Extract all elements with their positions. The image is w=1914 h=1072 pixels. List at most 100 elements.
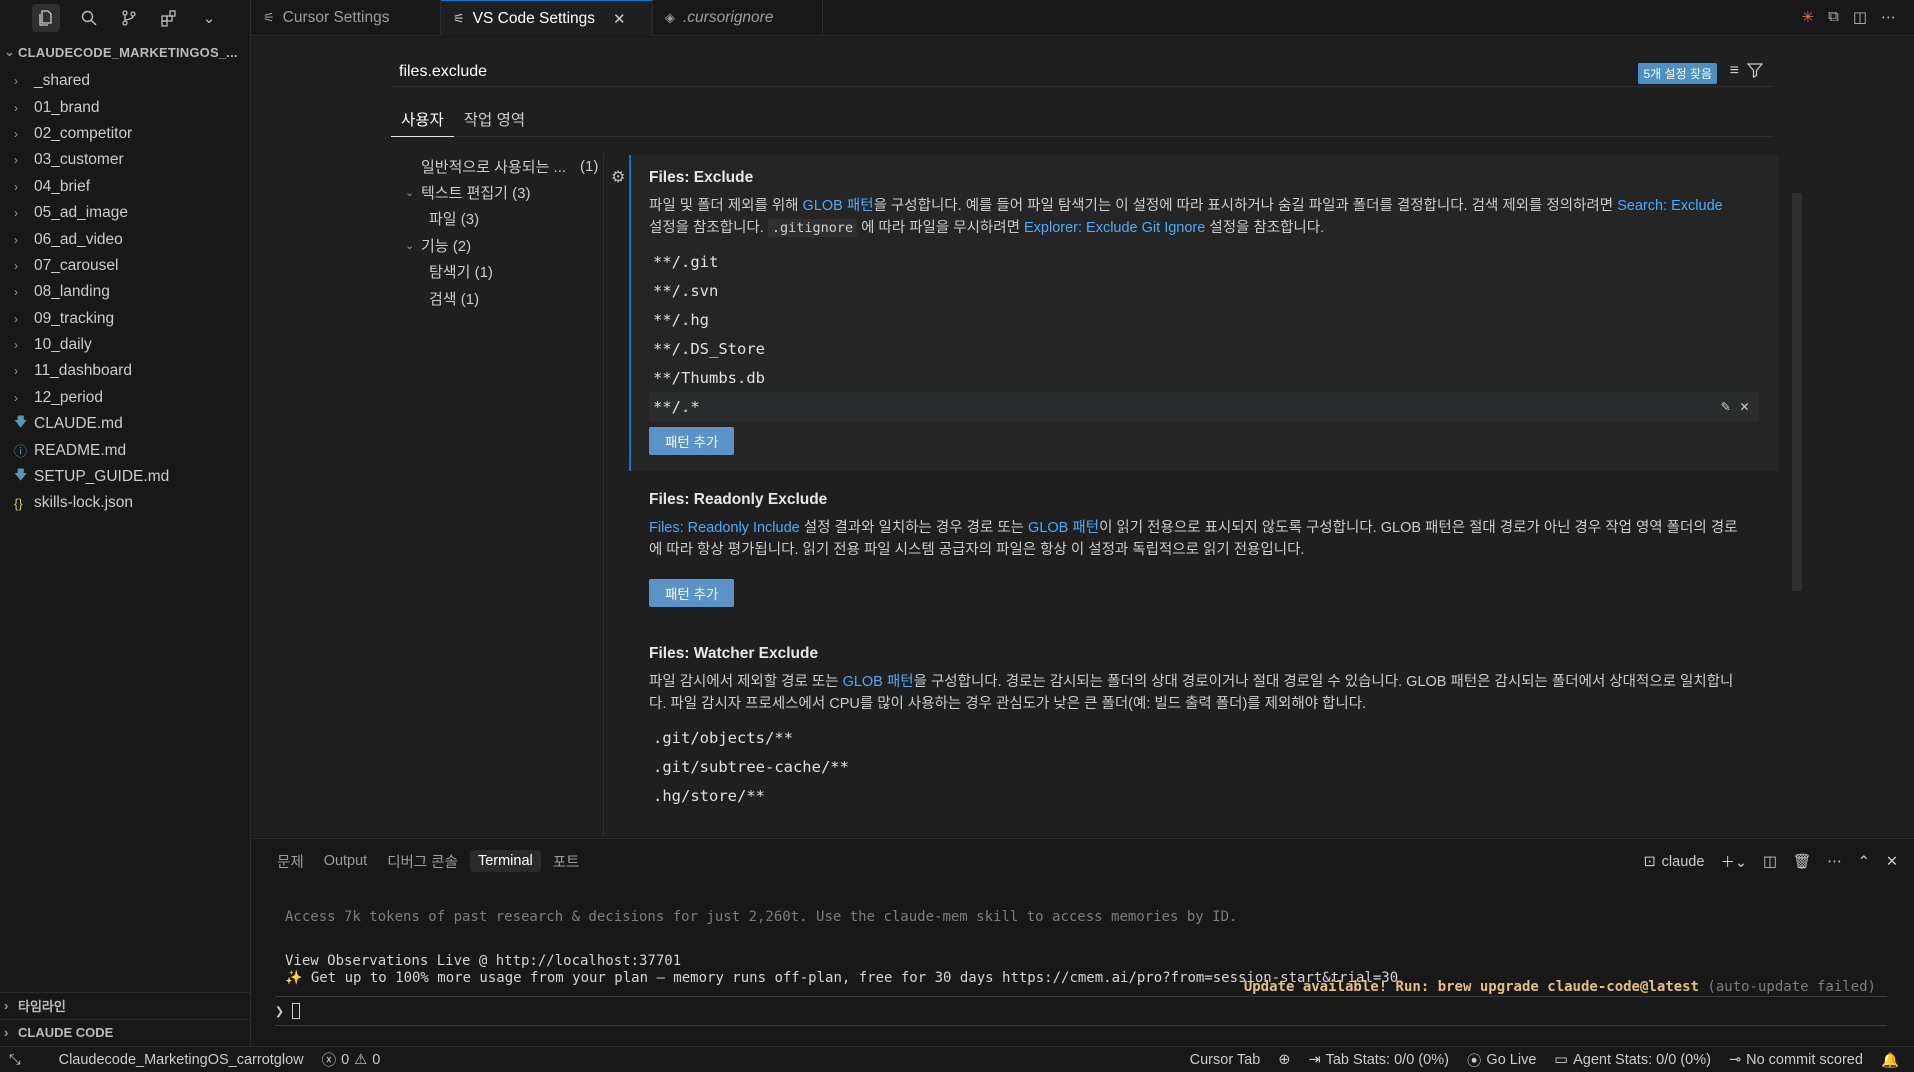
remote-indicator[interactable]: ⤡: [0, 1052, 30, 1068]
folder-item[interactable]: › 04_brief: [0, 174, 250, 200]
folder-item[interactable]: › 07_carousel: [0, 253, 250, 279]
trash-icon[interactable]: 🗑: [1793, 853, 1811, 870]
pattern-item[interactable]: **/.hg: [649, 305, 1763, 334]
activity-bar: ⌄: [0, 0, 250, 36]
go-live-status[interactable]: ⦿ Go Live: [1458, 1050, 1545, 1071]
open-preview-icon[interactable]: ⧉: [1828, 8, 1839, 26]
folder-item[interactable]: › 03_customer: [0, 147, 250, 173]
tab-user[interactable]: 사용자: [391, 105, 454, 137]
folder-item[interactable]: › 10_daily: [0, 332, 250, 358]
tab-output[interactable]: Output: [316, 850, 376, 872]
pattern-item[interactable]: **/.DS_Store: [649, 334, 1763, 363]
source-control-icon[interactable]: [118, 7, 140, 29]
zoom-icon[interactable]: ⊕: [1269, 1052, 1299, 1068]
toc-explorer[interactable]: 탐색기 (1): [391, 259, 625, 285]
folder-item[interactable]: › 12_period: [0, 385, 250, 411]
folder-item[interactable]: › 11_dashboard: [0, 358, 250, 384]
explorer-title[interactable]: ⌄ CLAUDECODE_MARKETINGOS_...: [0, 36, 250, 68]
toc-commonly-used[interactable]: 일반적으로 사용되는 ... (1): [391, 153, 625, 179]
close-panel-icon[interactable]: ✕: [1886, 854, 1898, 870]
go-live-text: Go Live: [1486, 1052, 1537, 1068]
update-notice: Update available! Run: brew upgrade clau…: [1244, 979, 1876, 995]
glob-pattern-link[interactable]: GLOB 패턴: [843, 674, 914, 690]
bell-icon[interactable]: 🔔: [1872, 1052, 1908, 1069]
tab-stats-status[interactable]: ⇥ Tab Stats: 0/0 (0%): [1299, 1052, 1457, 1068]
glob-pattern-link[interactable]: GLOB 패턴: [803, 198, 874, 214]
settings-editor: files.exclude 5개 설정 찾음 ≡ 사용자 작업 영역 일반적으로…: [251, 37, 1914, 837]
setting-description: 파일 및 폴더 제외를 위해 GLOB 패턴을 구성합니다. 예를 들어 파일 …: [649, 195, 1739, 239]
cursor-tab-status[interactable]: Cursor Tab: [1181, 1052, 1270, 1068]
search-icon[interactable]: [78, 7, 100, 29]
terminal-output[interactable]: Access 7k tokens of past research & deci…: [285, 909, 1398, 987]
tab-ports[interactable]: 포트: [545, 848, 588, 875]
setting-files-readonly-exclude: Files: Readonly Exclude Files: Readonly …: [629, 477, 1779, 623]
readonly-include-link[interactable]: Files: Readonly Include: [649, 520, 800, 536]
files-icon[interactable]: [32, 4, 60, 32]
pattern-item[interactable]: **/.svn: [649, 276, 1763, 305]
pattern-item[interactable]: .git/objects/**: [649, 723, 1763, 752]
chevron-down-icon[interactable]: ⌄: [198, 7, 220, 29]
tab-cursorignore[interactable]: ◈ .cursorignore: [653, 0, 823, 36]
claude-spark-icon[interactable]: ✳: [1802, 8, 1815, 26]
pattern-item[interactable]: .hg/store/**: [649, 781, 1763, 810]
folder-item[interactable]: › _shared: [0, 68, 250, 94]
split-editor-icon[interactable]: ◫: [1853, 8, 1867, 26]
extensions-icon[interactable]: [158, 7, 180, 29]
toc-label: 파일 (3): [429, 211, 480, 229]
folder-item[interactable]: › 01_brand: [0, 94, 250, 120]
search-exclude-link[interactable]: Search: Exclude: [1617, 198, 1723, 214]
markdown-file-icon: 🡇: [14, 467, 28, 483]
claude-code-section[interactable]: › CLAUDE CODE: [0, 1019, 251, 1045]
clear-filter-icon[interactable]: ≡: [1730, 62, 1739, 83]
terminal-selector[interactable]: ⊡ claude: [1644, 854, 1705, 870]
chevron-right-icon: ›: [14, 285, 18, 300]
tab-terminal[interactable]: Terminal: [469, 850, 541, 872]
settings-scrollbar[interactable]: [1792, 193, 1802, 591]
commit-status[interactable]: ⊸ No commit scored: [1720, 1052, 1872, 1068]
edit-icon[interactable]: ✎: [1721, 397, 1730, 415]
glob-pattern-link[interactable]: GLOB 패턴: [1028, 520, 1099, 536]
pattern-item[interactable]: .git/subtree-cache/**: [649, 752, 1763, 781]
commit-icon: ⊸: [1728, 1052, 1742, 1068]
settings-search-input[interactable]: files.exclude 5개 설정 찾음 ≡: [391, 57, 1773, 87]
agent-stats-status[interactable]: ▭ Agent Stats: 0/0 (0%): [1545, 1052, 1720, 1068]
toc-search[interactable]: 검색 (1): [391, 285, 625, 311]
file-item[interactable]: 🡇 CLAUDE.md: [0, 411, 250, 437]
file-item[interactable]: {} skills-lock.json: [0, 490, 250, 516]
workspace-status[interactable]: Claudecode_MarketingOS_carrotglow: [50, 1052, 313, 1068]
timeline-section[interactable]: › 타임라인: [0, 992, 251, 1018]
folder-item[interactable]: › 05_ad_image: [0, 200, 250, 226]
folder-item[interactable]: › 06_ad_video: [0, 226, 250, 252]
gear-icon[interactable]: ⚙: [611, 167, 625, 187]
toc-text-editor[interactable]: ⌄ 텍스트 편집기 (3): [391, 179, 625, 205]
tab-problems[interactable]: 문제: [269, 848, 312, 875]
terminal-prompt[interactable]: ❯: [275, 996, 1887, 1026]
tab-workspace[interactable]: 작업 영역: [454, 105, 535, 137]
tab-debug-console[interactable]: 디버그 콘솔: [379, 848, 466, 875]
more-actions-icon[interactable]: ⋯: [1881, 8, 1896, 26]
problems-status[interactable]: ⓧ 0 ⚠ 0: [313, 1049, 390, 1070]
maximize-panel-icon[interactable]: ⌃: [1858, 854, 1870, 870]
file-item[interactable]: 🡇 SETUP_GUIDE.md: [0, 464, 250, 490]
filter-icon[interactable]: [1746, 62, 1764, 83]
add-pattern-button[interactable]: 패턴 추가: [649, 427, 735, 455]
new-terminal-icon[interactable]: ＋⌄: [1720, 851, 1747, 872]
split-terminal-icon[interactable]: ◫: [1763, 854, 1777, 870]
explorer-exclude-git-ignore-link[interactable]: Explorer: Exclude Git Ignore: [1024, 220, 1205, 236]
pattern-item[interactable]: **/Thumbs.db: [649, 363, 1763, 392]
error-icon: ⓧ: [321, 1053, 337, 1069]
toc-features[interactable]: ⌄ 기능 (2): [391, 232, 625, 258]
folder-item[interactable]: › 08_landing: [0, 279, 250, 305]
folder-item[interactable]: › 09_tracking: [0, 306, 250, 332]
tab-vscode-settings[interactable]: ⚟ VS Code Settings ✕: [441, 0, 653, 36]
pattern-item-hovered[interactable]: **/.* ✎ ✕: [649, 392, 1759, 421]
close-icon[interactable]: ✕: [613, 10, 626, 28]
pattern-item[interactable]: **/.git: [649, 247, 1763, 276]
toc-files[interactable]: 파일 (3): [391, 206, 625, 232]
more-actions-icon[interactable]: ⋯: [1827, 854, 1842, 870]
add-pattern-button[interactable]: 패턴 추가: [649, 579, 735, 607]
remove-icon[interactable]: ✕: [1740, 397, 1749, 415]
folder-item[interactable]: › 02_competitor: [0, 121, 250, 147]
tab-cursor-settings[interactable]: ⚟ Cursor Settings: [251, 0, 441, 36]
file-item[interactable]: ⓘ README.md: [0, 437, 250, 463]
